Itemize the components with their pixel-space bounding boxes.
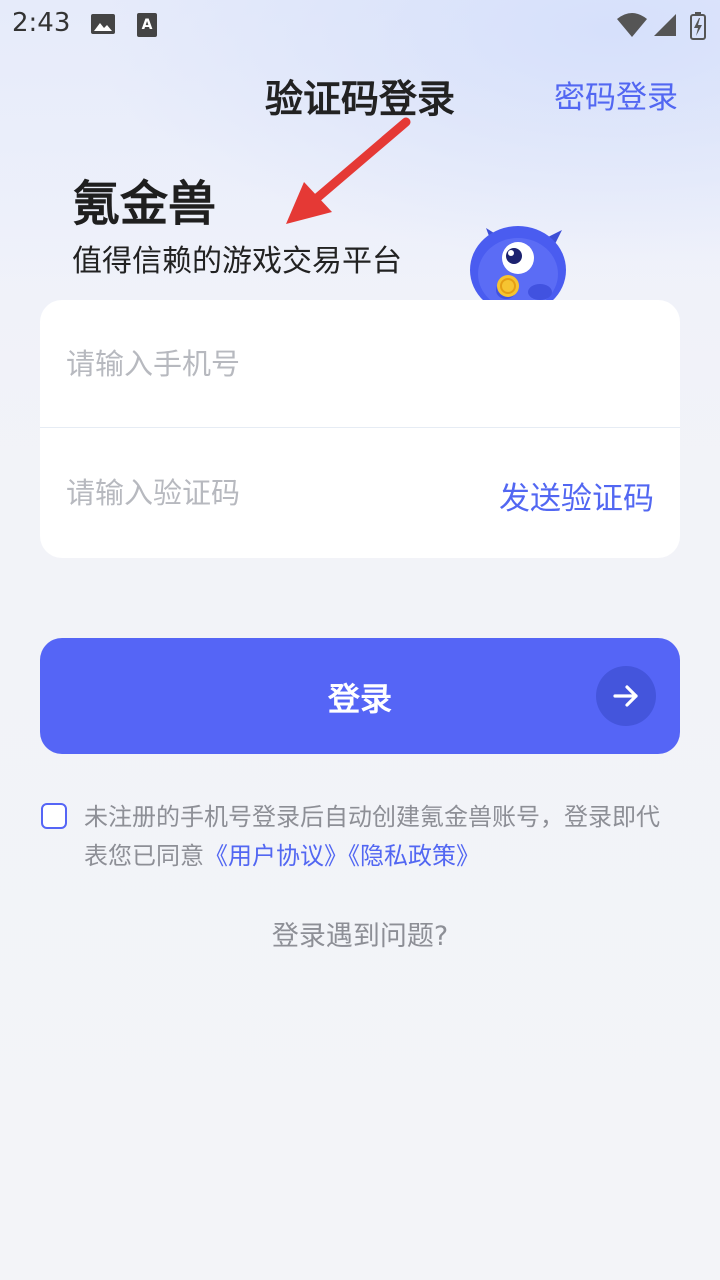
battery-icon — [690, 12, 706, 44]
password-login-link[interactable]: 密码登录 — [554, 72, 678, 117]
login-help-link[interactable]: 登录遇到问题? — [0, 914, 720, 953]
text-recognition-icon: A — [136, 12, 158, 42]
annotation-arrow-icon — [270, 112, 420, 236]
agreement-text: 未注册的手机号登录后自动创建氪金兽账号，登录即代表您已同意《用户协议》《隐私政策… — [84, 798, 674, 876]
mascot-icon — [462, 222, 582, 314]
code-row: 发送验证码 — [40, 429, 680, 557]
login-button-label: 登录 — [327, 680, 392, 718]
send-code-button[interactable]: 发送验证码 — [499, 473, 654, 518]
status-bar: 2:43 A — [0, 0, 720, 50]
verification-code-input[interactable] — [66, 429, 486, 557]
user-agreement-link[interactable]: 《用户协议》 — [204, 842, 348, 870]
brand-name: 氪金兽 — [72, 176, 217, 232]
login-button[interactable]: 登录 — [40, 638, 680, 754]
privacy-policy-link[interactable]: 《隐私政策》 — [348, 842, 480, 870]
svg-text:A: A — [142, 17, 153, 33]
status-time: 2:43 — [12, 8, 71, 38]
arrow-right-icon — [596, 666, 656, 726]
agreement-checkbox[interactable] — [41, 803, 67, 829]
phone-input[interactable] — [66, 300, 486, 428]
phone-row — [40, 300, 680, 428]
brand-slogan: 值得信赖的游戏交易平台 — [72, 244, 402, 279]
login-form-card: 发送验证码 — [40, 300, 680, 558]
wifi-icon — [616, 12, 648, 42]
image-icon — [90, 12, 116, 40]
signal-icon — [652, 12, 678, 42]
